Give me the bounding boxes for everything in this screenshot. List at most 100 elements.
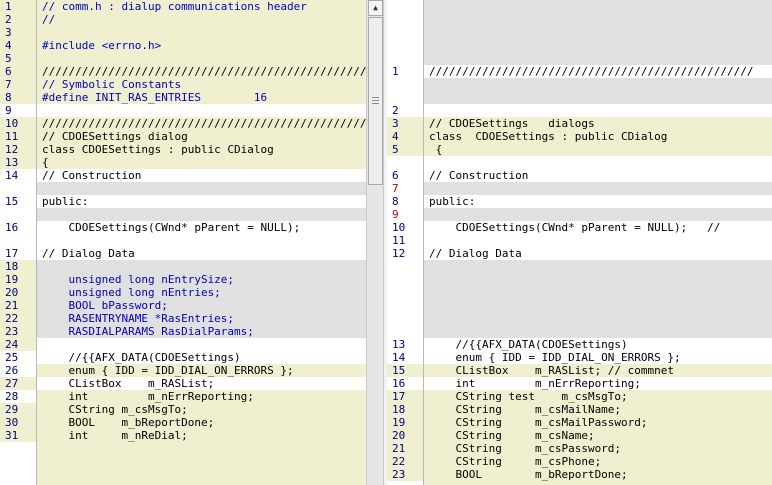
right-line-number: 12 <box>392 247 406 260</box>
left-code-line[interactable]: RASENTRYNAME *RasEntries; <box>37 312 366 325</box>
left-code-line[interactable]: RASDIALPARAMS RasDialParams; <box>37 325 366 338</box>
right-code-line[interactable]: CString m_csMailName; <box>424 403 772 416</box>
right-code-line[interactable]: class CDOESettings : public CDialog <box>424 130 772 143</box>
left-line-number: 31 <box>0 429 36 442</box>
left-line-number: 23 <box>0 325 36 338</box>
left-code-line[interactable]: #include <errno.h> <box>37 39 366 52</box>
left-code-line[interactable]: // comm.h : dialup communications header <box>37 0 366 13</box>
left-code-line[interactable] <box>37 338 366 351</box>
missing-line-band <box>424 78 772 104</box>
right-code-line[interactable]: CString m_csMailPassword; <box>424 416 772 429</box>
left-line-number: 4 <box>0 39 36 52</box>
left-line-number: 17 <box>5 247 19 260</box>
left-line-number: 3 <box>0 26 36 39</box>
right-line-number: 19 <box>387 416 423 429</box>
left-code-line[interactable]: public: <box>37 195 366 208</box>
right-line-number: 6 <box>392 169 399 182</box>
left-code-line[interactable] <box>37 26 366 39</box>
left-code-line[interactable]: int m_nReDial; <box>37 429 366 442</box>
left-code-line[interactable] <box>37 104 366 117</box>
left-line-number: 7 <box>0 78 36 91</box>
right-code-line[interactable]: CString m_csPassword; <box>424 442 772 455</box>
right-line-number: 9 <box>392 208 399 221</box>
scrollbar-thumb[interactable] <box>368 17 383 185</box>
right-code-line[interactable]: //{{AFX_DATA(CDOESettings) <box>424 338 772 351</box>
left-line-number: 2 <box>0 13 36 26</box>
left-code-line[interactable]: BOOL m_bReportDone; <box>37 416 366 429</box>
left-code-line[interactable]: ////////////////////////////////////////… <box>37 117 366 130</box>
left-code-line[interactable]: // Symbolic Constants <box>37 78 366 91</box>
right-code-view[interactable]: ////////////////////////////////////////… <box>424 0 772 485</box>
right-code-line[interactable]: CString m_csName; <box>424 429 772 442</box>
right-line-number: 23 <box>387 468 423 481</box>
right-code-line[interactable]: BOOL m_bReportDone; <box>424 468 772 481</box>
missing-line-band <box>37 182 366 195</box>
left-line-number: 16 <box>5 221 19 234</box>
right-code-line[interactable]: CString m_csPhone; <box>424 455 772 468</box>
left-code-view[interactable]: // comm.h : dialup communications header… <box>37 0 366 485</box>
left-code-line[interactable]: CListBox m_RASList; <box>37 377 366 390</box>
thumb-grip-line <box>372 97 379 98</box>
right-code-line[interactable] <box>424 234 772 247</box>
right-code-line[interactable]: CDOESettings(CWnd* pParent = NULL); // <box>424 221 772 234</box>
left-code-line[interactable]: ////////////////////////////////////////… <box>37 65 366 78</box>
left-line-number: 28 <box>5 390 19 403</box>
right-line-number: 11 <box>392 234 406 247</box>
left-line-number: 25 <box>5 351 19 364</box>
thumb-grip-line <box>372 103 379 104</box>
left-file-pane[interactable]: 1 2 3 4 5 6 7 8 9 10 11 12 13 14 15 16 17 18 19 20 21 22 23 24 2… <box>0 0 366 485</box>
right-code-line[interactable]: // Construction <box>424 169 772 182</box>
right-line-number-gutter: 1 2 3 4 5 6 7 8 9 10 11 12 13 14 15 16 17 18 19 20 21 22 23 <box>387 0 424 485</box>
left-code-line[interactable]: CString m_csMsgTo; <box>37 403 366 416</box>
right-code-line[interactable]: { <box>424 143 772 156</box>
right-line-number: 14 <box>392 351 406 364</box>
left-line-number: 11 <box>0 130 36 143</box>
left-code-line[interactable]: unsigned long nEntries; <box>37 286 366 299</box>
left-line-number: 9 <box>5 104 12 117</box>
left-code-line[interactable]: // Dialog Data <box>37 247 366 260</box>
right-code-line[interactable]: CListBox m_RASList; // commnet <box>424 364 772 377</box>
left-line-number: 13 <box>0 156 36 169</box>
right-code-line[interactable]: // Dialog Data <box>424 247 772 260</box>
right-line-number: 13 <box>392 338 406 351</box>
left-code-line[interactable]: #define INIT_RAS_ENTRIES 16 <box>37 91 366 104</box>
right-code-line[interactable]: ////////////////////////////////////////… <box>424 65 772 78</box>
left-code-line[interactable]: int m_nErrReporting; <box>37 390 366 403</box>
left-code-line[interactable]: // <box>37 13 366 26</box>
left-code-line[interactable]: enum { IDD = IDD_DIAL_ON_ERRORS }; <box>37 364 366 377</box>
left-line-number: 26 <box>5 364 19 377</box>
scroll-up-arrow-icon[interactable]: ▲ <box>368 0 383 16</box>
left-code-line[interactable]: //{{AFX_DATA(CDOESettings) <box>37 351 366 364</box>
left-line-number: 1 <box>0 0 36 13</box>
right-line-number: 10 <box>392 221 406 234</box>
left-line-number: 29 <box>0 403 36 416</box>
left-code-line[interactable]: // Construction <box>37 169 366 182</box>
right-code-line[interactable]: CString test m_csMsgTo; <box>424 390 772 403</box>
right-line-number: 15 <box>387 364 423 377</box>
right-file-pane[interactable]: 1 2 3 4 5 6 7 8 9 10 11 12 13 14 15 16 17 18 19 20 21 22 23 //… <box>387 0 772 485</box>
left-code-line[interactable]: // CDOESettings dialog <box>37 130 366 143</box>
right-code-line[interactable] <box>424 182 772 195</box>
right-code-line[interactable] <box>424 208 772 221</box>
right-code-line[interactable]: // CDOESettings dialogs <box>424 117 772 130</box>
missing-line-band <box>37 208 366 221</box>
left-line-number: 21 <box>0 299 36 312</box>
right-code-line[interactable]: enum { IDD = IDD_DIAL_ON_ERRORS }; <box>424 351 772 364</box>
left-code-line[interactable]: class CDOESettings : public CDialog <box>37 143 366 156</box>
left-code-line[interactable]: CDOESettings(CWnd* pParent = NULL); <box>37 221 366 234</box>
left-line-number: 22 <box>0 312 36 325</box>
left-code-line[interactable]: { <box>37 156 366 169</box>
left-code-line[interactable]: unsigned long nEntrySize; <box>37 273 366 286</box>
right-line-number: 1 <box>392 65 399 78</box>
left-code-line[interactable]: BOOL bPassword; <box>37 299 366 312</box>
vertical-scrollbar[interactable]: ▲ <box>366 0 384 485</box>
right-code-line[interactable]: int m_nErrReporting; <box>424 377 772 390</box>
left-code-line[interactable] <box>37 52 366 65</box>
right-line-number: 18 <box>387 403 423 416</box>
right-line-number: 2 <box>392 104 399 117</box>
left-line-number: 6 <box>0 65 36 78</box>
right-code-line[interactable]: public: <box>424 195 772 208</box>
right-line-number: 4 <box>387 130 423 143</box>
left-code-line[interactable] <box>37 260 366 273</box>
right-code-line[interactable] <box>424 104 772 117</box>
